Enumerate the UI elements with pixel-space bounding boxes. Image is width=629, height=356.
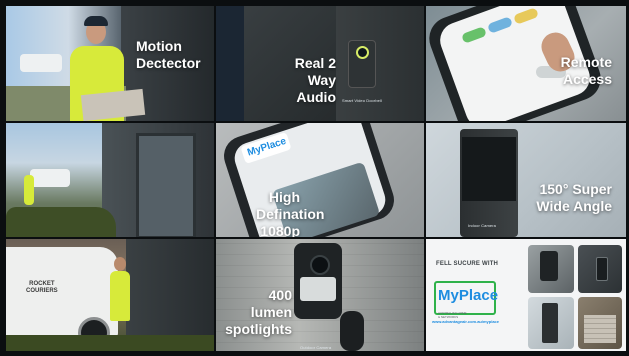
caption-wide-angle: 150° Super Wide Angle <box>536 181 612 214</box>
caption-motion: Motion Dectector <box>136 38 201 71</box>
tile-courier-walkway <box>6 123 214 237</box>
tile-motion-detector: Motion Dectector <box>6 6 214 121</box>
product-thumb-garage <box>578 297 622 349</box>
courier-vest <box>110 271 130 321</box>
doorbell-label: Smart Video Doorbell <box>342 98 382 103</box>
courier-head <box>114 257 126 271</box>
promo-heading: FELL SUCURE WITH <box>436 261 499 267</box>
spotlight-panel <box>300 277 336 301</box>
camera-label: Indoor Camera <box>468 223 496 228</box>
caption-remote: Remote Access <box>560 54 612 87</box>
doorbell-lens-icon <box>356 46 369 59</box>
caption-spotlights: 400 lumen spotlights <box>225 287 292 337</box>
van-logo: ROCKET COURIERS <box>26 281 58 294</box>
window-frame <box>136 133 196 237</box>
courier-cap <box>84 16 108 26</box>
tile-spotlights: Outdoor Camera 400 lumen spotlights <box>216 239 424 353</box>
camera-lens-panel <box>462 137 516 201</box>
camera-lens-icon <box>310 255 330 275</box>
logo-text: MyPlace <box>438 287 499 304</box>
camera-label: Outdoor Camera <box>300 345 332 350</box>
tile-myplace-promo: FELL SUCURE WITH MyPlace AUSTRALIAN HOME… <box>426 239 626 353</box>
tile-wide-angle: Indoor Camera 150° Super Wide Angle <box>426 123 626 237</box>
product-thumb-doorbell <box>578 245 622 293</box>
camera-mount <box>340 311 364 351</box>
tile-two-way-audio: Smart Video Doorbell Real 2 Way Audio <box>216 6 424 121</box>
feature-collage: Motion Dectector Smart Video Doorbell Rea… <box>6 6 626 353</box>
myplace-logo: MyPlace AUSTRALIAN HOME & NETWORKS <box>434 281 498 319</box>
tile-high-definition: MyPlace High Defination 1080p <box>216 123 424 237</box>
product-thumb-outdoor <box>528 245 574 293</box>
visitor-shoulder <box>216 6 244 121</box>
van <box>30 169 70 187</box>
caption-hd: High Defination 1080p <box>256 189 325 237</box>
product-thumb-indoor <box>528 297 574 349</box>
caption-audio: Real 2 Way Audio <box>294 55 336 105</box>
van <box>20 54 62 72</box>
promo-url[interactable]: www.advantageair.com.au/myplace <box>432 319 499 324</box>
tile-courier-van: ROCKET COURIERS <box>6 239 214 353</box>
bottom-border <box>0 351 629 356</box>
courier <box>24 175 34 205</box>
logo-subtitle: AUSTRALIAN HOME & NETWORKS <box>438 311 467 319</box>
shrubs <box>6 207 116 237</box>
tile-remote-access: Remote Access <box>426 6 626 121</box>
